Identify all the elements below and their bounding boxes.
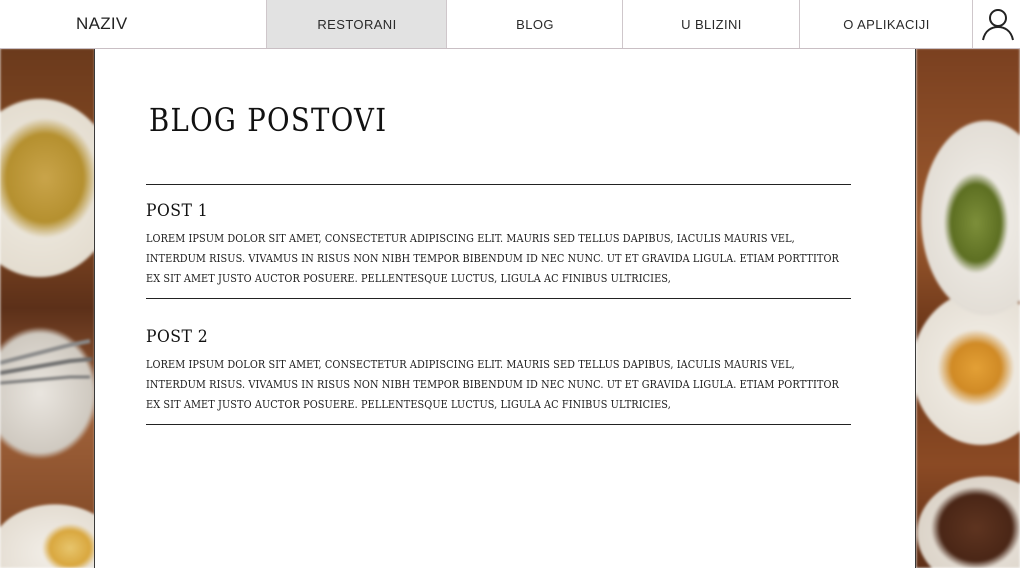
nav-item-restorani[interactable]: RESTORANI bbox=[266, 0, 447, 48]
post-excerpt: LOREM IPSUM DOLOR SIT AMET, CONSECTETUR … bbox=[146, 232, 839, 285]
post-excerpt: LOREM IPSUM DOLOR SIT AMET, CONSECTETUR … bbox=[146, 358, 839, 411]
post-item[interactable]: POST 1 LOREM IPSUM DOLOR SIT AMET, CONSE… bbox=[146, 185, 852, 298]
profile-button[interactable] bbox=[972, 0, 1020, 48]
background-food-photo-left bbox=[0, 48, 95, 568]
nav-item-blog[interactable]: BLOG bbox=[446, 0, 623, 48]
brand-logo[interactable]: NAZIV bbox=[76, 0, 128, 48]
post-item[interactable]: POST 2 LOREM IPSUM DOLOR SIT AMET, CONSE… bbox=[146, 299, 852, 424]
top-navigation-bar: NAZIV RESTORANI BLOG U BLIZINI O APLIKAC… bbox=[0, 0, 1020, 49]
fork-image bbox=[0, 339, 93, 385]
blog-content-panel: BLOG POSTOVI POST 1 LOREM IPSUM DOLOR SI… bbox=[94, 48, 916, 568]
divider bbox=[146, 424, 851, 425]
page-title: BLOG POSTOVI bbox=[149, 101, 388, 139]
page: NAZIV RESTORANI BLOG U BLIZINI O APLIKAC… bbox=[0, 0, 1020, 568]
nav-item-u-blizini[interactable]: U BLIZINI bbox=[622, 0, 800, 48]
user-icon bbox=[982, 9, 1014, 41]
nav-item-o-aplikaciji[interactable]: O APLIKACIJI bbox=[799, 0, 973, 48]
post-title[interactable]: POST 1 bbox=[146, 200, 796, 222]
background-food-photo-right bbox=[916, 48, 1020, 568]
post-list: POST 1 LOREM IPSUM DOLOR SIT AMET, CONSE… bbox=[146, 184, 852, 425]
post-title[interactable]: POST 2 bbox=[146, 326, 796, 348]
